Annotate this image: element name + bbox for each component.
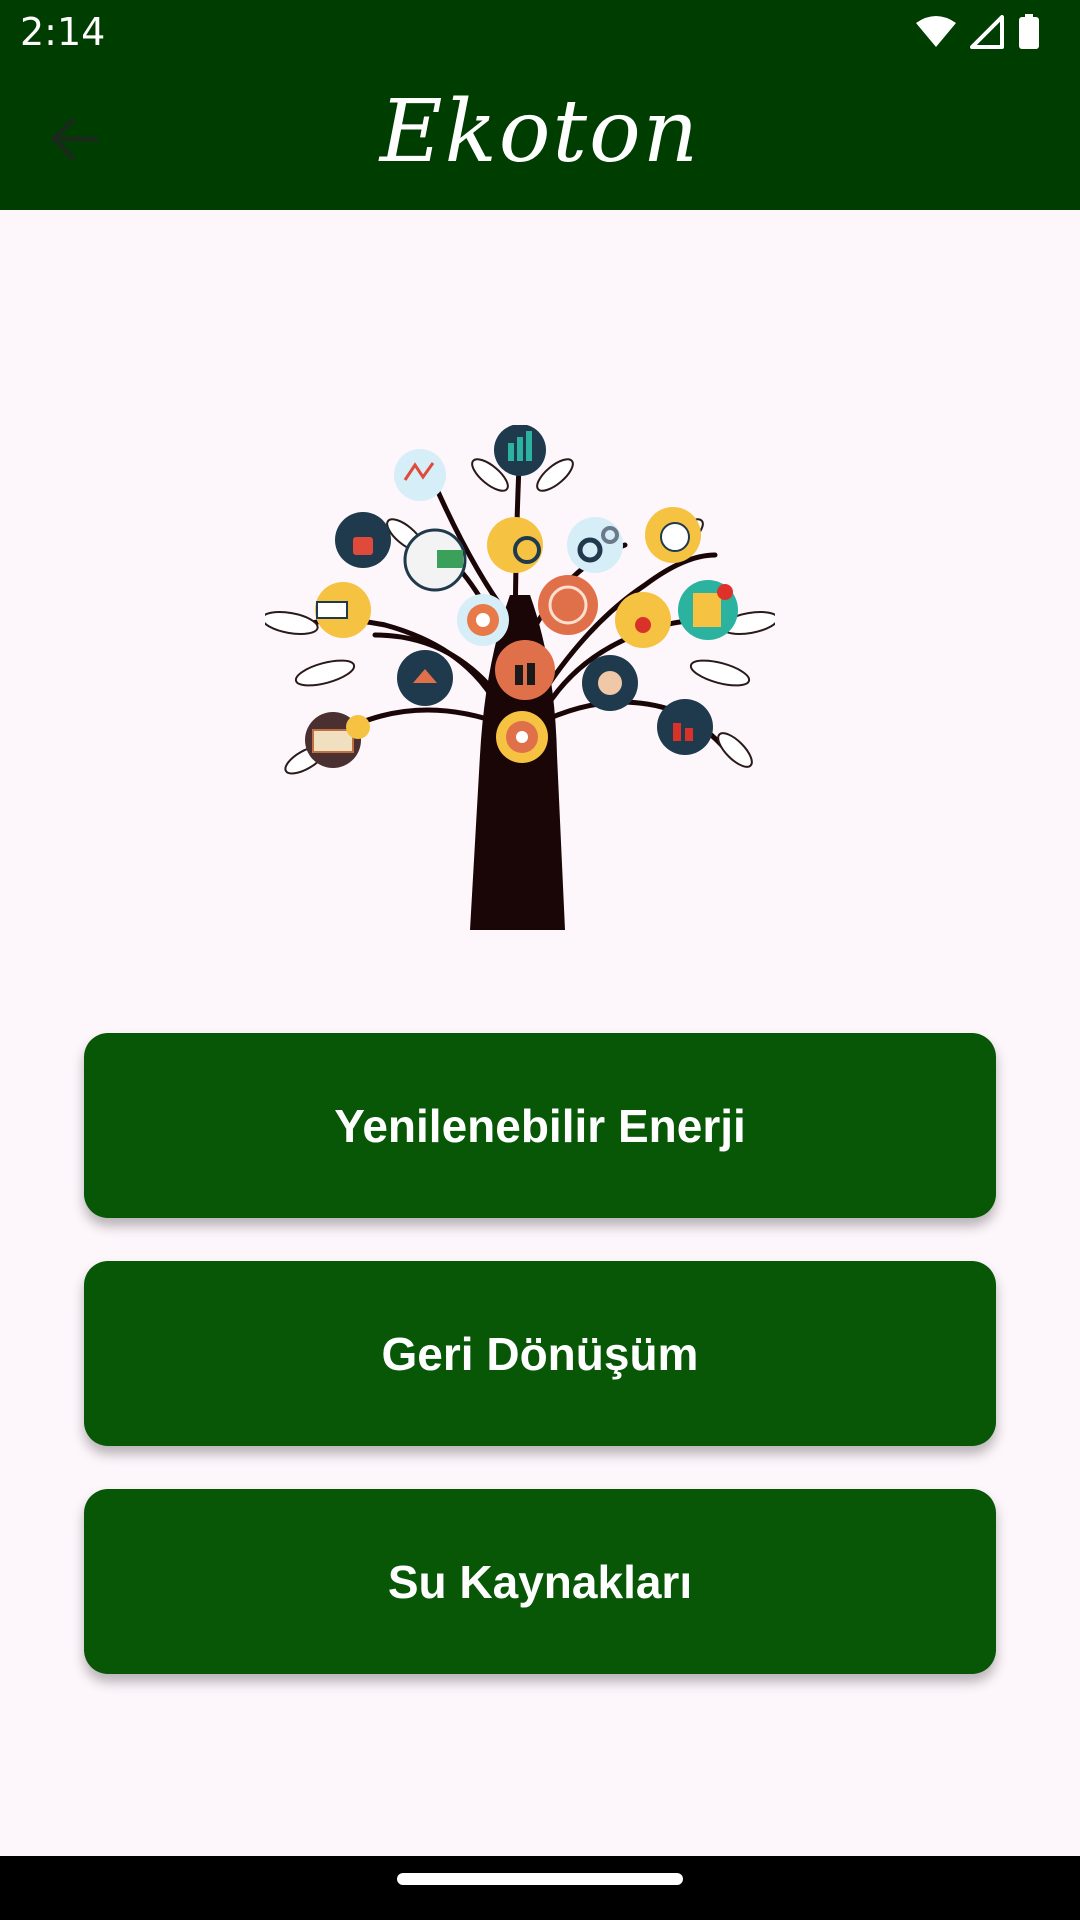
status-time: 2:14 bbox=[20, 10, 106, 54]
water-resources-button[interactable]: Su Kaynakları bbox=[84, 1489, 996, 1674]
app-bar: Ekoton bbox=[0, 64, 1080, 210]
signal-icon bbox=[970, 15, 1004, 49]
wifi-icon bbox=[916, 16, 956, 47]
home-gesture-handle[interactable] bbox=[397, 1873, 683, 1885]
tree-icon bbox=[261, 424, 779, 930]
system-nav-bar bbox=[0, 1856, 1080, 1920]
renewable-energy-button[interactable]: Yenilenebilir Enerji bbox=[84, 1033, 996, 1218]
battery-icon bbox=[1019, 14, 1039, 49]
status-bar: 2:14 bbox=[0, 0, 1080, 64]
hero-tree-illustration bbox=[261, 424, 779, 930]
app-title: Ekoton bbox=[379, 82, 701, 182]
recycling-button[interactable]: Geri Dönüşüm bbox=[84, 1261, 996, 1446]
status-icons bbox=[916, 12, 1040, 52]
